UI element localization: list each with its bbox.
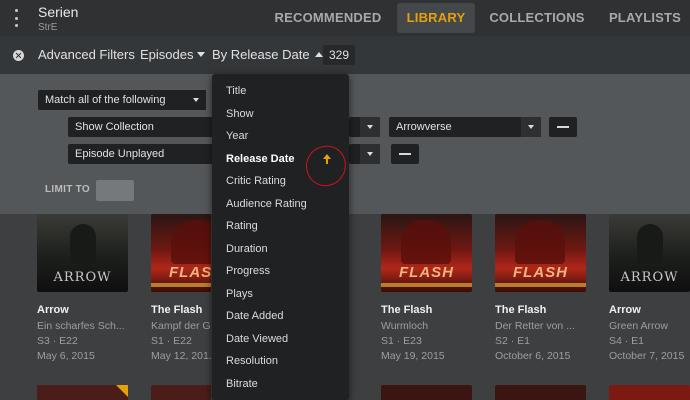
episode-poster: ARROW xyxy=(37,214,128,292)
poster-logo-text: FLASH xyxy=(399,264,454,281)
sort-option-year[interactable]: Year xyxy=(212,125,349,147)
tab-collections[interactable]: COLLECTIONS xyxy=(486,3,588,33)
release-date: May 6, 2015 xyxy=(37,350,95,362)
poster-logo-text: ARROW xyxy=(53,270,112,285)
rule-operator-select[interactable] xyxy=(349,117,380,137)
episode-code: S3 · E22 xyxy=(37,335,78,347)
close-filters-icon[interactable] xyxy=(13,50,24,61)
sort-option-progress[interactable]: Progress xyxy=(212,260,349,282)
limit-label: LIMIT TO xyxy=(45,184,90,195)
episode-title[interactable]: Kampf der G... xyxy=(151,320,211,332)
more-menu-icon[interactable] xyxy=(12,9,20,27)
chevron-down-icon xyxy=(360,144,380,164)
rule-operator-select[interactable] xyxy=(349,144,380,164)
show-title[interactable]: Arrow xyxy=(609,304,641,316)
show-title[interactable]: The Flash xyxy=(151,304,202,316)
sort-option-date-viewed[interactable]: Date Viewed xyxy=(212,328,349,350)
unwatched-corner-badge xyxy=(116,385,128,397)
episode-poster: ARROW xyxy=(609,214,690,292)
poster-logo-text: FLASH xyxy=(513,264,568,281)
poster-logo-text: FLASH xyxy=(169,264,211,281)
chevron-down-icon xyxy=(197,52,206,57)
episode-title[interactable]: Ein scharfes Sch... xyxy=(37,320,147,332)
episode-poster: FLASH xyxy=(151,214,211,292)
advanced-filters-button[interactable]: Advanced Filters xyxy=(38,47,135,62)
chevron-down-icon xyxy=(186,90,206,110)
poster-logo-text: ARROW xyxy=(620,270,679,285)
top-bar: Serien StrE RECOMMENDED LIBRARY COLLECTI… xyxy=(0,0,690,36)
sort-dropdown[interactable]: By Release Date xyxy=(212,47,323,62)
rule-value-label: Arrowverse xyxy=(396,121,452,133)
episode-poster: FLASH xyxy=(495,214,586,292)
episode-poster[interactable] xyxy=(381,385,472,400)
release-date: May 12, 201... xyxy=(151,350,211,362)
show-title[interactable]: The Flash xyxy=(381,304,432,316)
episode-code: S2 · E1 xyxy=(495,335,531,347)
chevron-down-icon xyxy=(521,117,541,137)
sort-menu: Title Show Year Release Date Critic Rati… xyxy=(212,74,349,400)
episode-title[interactable]: Green Arrow xyxy=(609,320,690,332)
sort-direction-icon xyxy=(314,52,323,57)
show-title[interactable]: The Flash xyxy=(495,304,546,316)
remove-rule-button[interactable] xyxy=(549,117,577,137)
rule-field-select[interactable]: Episode Unplayed xyxy=(68,144,218,164)
episode-title[interactable]: Der Retter von ... xyxy=(495,320,605,332)
rule-value-select[interactable]: Arrowverse xyxy=(389,117,541,137)
sort-option-bitrate[interactable]: Bitrate xyxy=(212,373,349,395)
library-subtitle: StrE xyxy=(38,22,58,33)
episode-poster[interactable] xyxy=(151,385,211,400)
sort-option-plays[interactable]: Plays xyxy=(212,283,349,305)
episode-code: S4 · E1 xyxy=(609,335,645,347)
library-title[interactable]: Serien xyxy=(38,4,78,20)
sort-option-show[interactable]: Show xyxy=(212,103,349,125)
show-title[interactable]: Arrow xyxy=(37,304,69,316)
release-date: October 7, 2015 xyxy=(609,350,685,362)
sort-option-duration[interactable]: Duration xyxy=(212,238,349,260)
episode-poster[interactable] xyxy=(609,385,690,400)
sort-option-title[interactable]: Title xyxy=(212,80,349,102)
remove-rule-button[interactable] xyxy=(391,144,419,164)
type-dropdown[interactable]: Episodes xyxy=(140,47,206,62)
sort-dropdown-label: By Release Date xyxy=(212,47,310,62)
tab-recommended[interactable]: RECOMMENDED xyxy=(270,3,386,33)
sort-option-date-added[interactable]: Date Added xyxy=(212,305,349,327)
rule-field-select[interactable]: Show Collection xyxy=(68,117,218,137)
episode-poster[interactable] xyxy=(37,385,128,400)
episode-title[interactable]: Wurmloch xyxy=(381,320,491,332)
release-date: October 6, 2015 xyxy=(495,350,571,362)
match-mode-select[interactable]: Match all of the following xyxy=(38,90,206,110)
episode-poster: FLASH xyxy=(381,214,472,292)
sort-option-resolution[interactable]: Resolution xyxy=(212,350,349,372)
rule-field-label: Show Collection xyxy=(75,121,154,133)
sort-option-label: Release Date xyxy=(226,152,295,165)
episode-code: S1 · E22 xyxy=(151,335,192,347)
tab-playlists[interactable]: PLAYLISTS xyxy=(600,3,690,33)
tab-library[interactable]: LIBRARY xyxy=(397,3,475,33)
episode-poster[interactable] xyxy=(495,385,586,400)
type-dropdown-label: Episodes xyxy=(140,47,194,62)
sort-option-audience-rating[interactable]: Audience Rating xyxy=(212,193,349,215)
sort-option-rating[interactable]: Rating xyxy=(212,215,349,237)
limit-input[interactable] xyxy=(96,180,134,201)
item-count-badge: 329 xyxy=(323,45,356,65)
episode-code: S1 · E23 xyxy=(381,335,422,347)
release-date: May 19, 2015 xyxy=(381,350,445,362)
match-mode-label: Match all of the following xyxy=(45,94,166,106)
rule-field-label: Episode Unplayed xyxy=(75,148,165,160)
chevron-down-icon xyxy=(360,117,380,137)
